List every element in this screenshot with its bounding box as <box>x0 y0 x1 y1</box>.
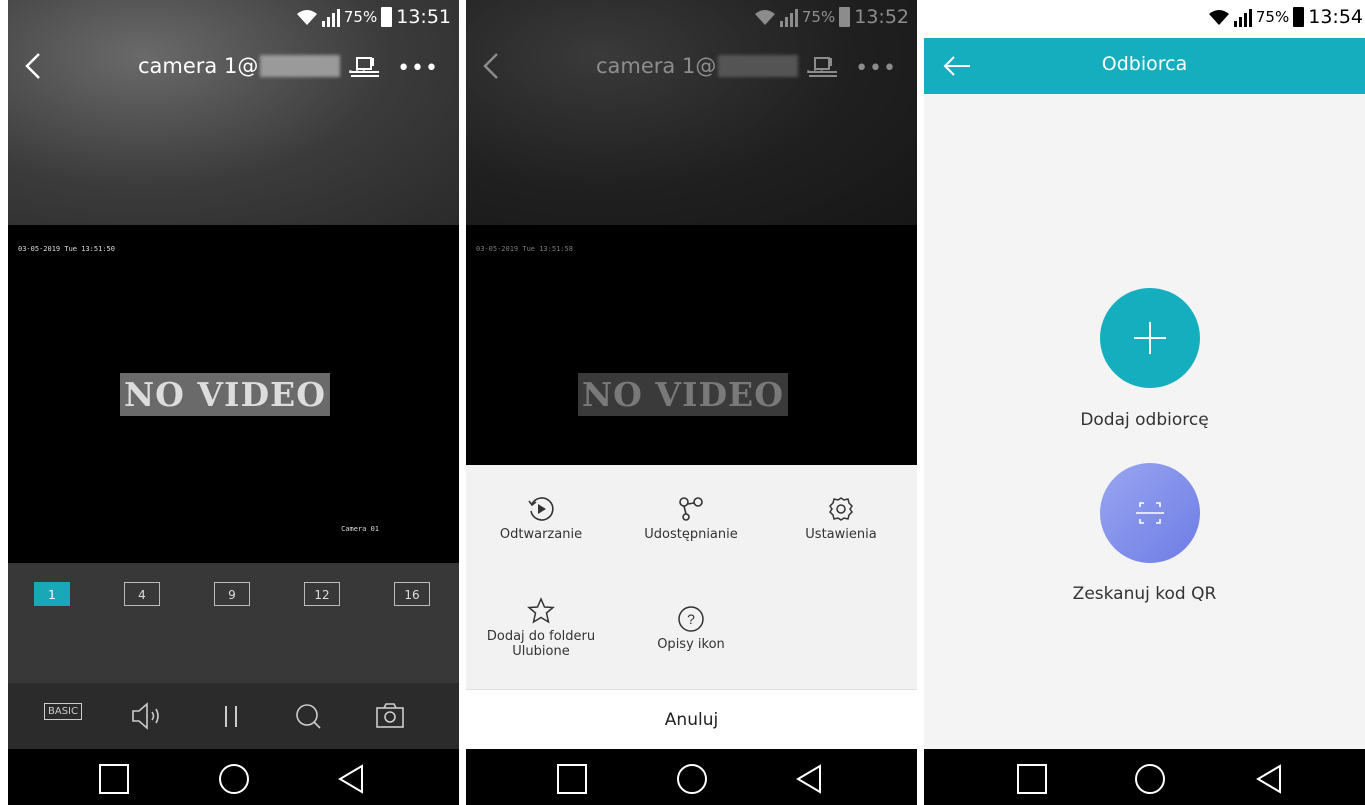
back-nav-icon[interactable] <box>1254 763 1286 795</box>
help-icon: ? <box>678 606 704 632</box>
grid-16-button[interactable]: 16 <box>394 582 430 606</box>
battery-icon <box>1293 7 1305 27</box>
back-nav-icon[interactable] <box>336 763 368 795</box>
qr-scan-icon <box>1136 502 1164 524</box>
star-icon <box>527 597 555 624</box>
playback-toolbar: BASIC <box>8 683 459 749</box>
battery-percent: 75% <box>1255 8 1290 26</box>
home-icon[interactable] <box>218 763 250 795</box>
status-bar: 75% 13:54 <box>924 0 1365 38</box>
page-title: Odbiorca <box>1101 53 1188 75</box>
add-recipient-button[interactable] <box>1100 288 1200 388</box>
more-icon[interactable]: ••• <box>397 56 439 81</box>
status-bar: 75% 13:51 <box>8 0 459 38</box>
multi-screen-icon[interactable] <box>351 56 379 78</box>
system-navbar <box>924 749 1365 805</box>
scan-qr-button[interactable] <box>1100 463 1200 563</box>
cancel-button[interactable]: Anuluj <box>466 689 917 750</box>
menu-item-icon-help[interactable]: ? Opisy ikon <box>616 605 766 652</box>
home-icon[interactable] <box>1134 763 1166 795</box>
back-nav-icon[interactable] <box>794 763 826 795</box>
recipient-screen: 75% 13:54 Odbiorca Dodaj odbiorcę Zeskan… <box>924 0 1365 805</box>
battery-percent: 75% <box>343 8 378 26</box>
signal-icon <box>321 7 340 27</box>
live-view-screen: 75% 13:51 camera 1@ ... ••• 03-05-2019 T… <box>8 0 459 805</box>
svg-text:?: ? <box>687 611 695 627</box>
back-icon[interactable] <box>22 52 44 80</box>
menu-item-playback[interactable]: Odtwarzanie <box>466 495 616 542</box>
grid-selector: 1 4 9 12 16 <box>8 563 459 683</box>
recents-icon[interactable] <box>98 763 130 795</box>
home-icon[interactable] <box>676 763 708 795</box>
more-menu-screen: 75% 13:52 camera 1@ ... ••• 03-05-2019 T… <box>466 0 917 805</box>
redacted-block <box>260 55 341 77</box>
settings-icon <box>829 497 853 521</box>
recents-icon[interactable] <box>1016 763 1048 795</box>
recents-icon[interactable] <box>556 763 588 795</box>
grid-1-button[interactable]: 1 <box>34 582 70 606</box>
menu-item-settings[interactable]: Ustawienia <box>766 495 916 542</box>
zoom-icon[interactable] <box>293 701 323 731</box>
clock: 13:54 <box>1308 6 1363 28</box>
system-navbar <box>8 749 459 805</box>
app-bar: Odbiorca <box>924 38 1365 94</box>
wifi-icon <box>1208 10 1229 25</box>
timestamp-overlay: 03-05-2019 Tue 13:51:50 <box>18 245 115 253</box>
share-icon <box>679 497 703 521</box>
add-recipient-label: Dodaj odbiorcę <box>1080 410 1209 430</box>
camera-label: Camera 01 <box>341 525 379 533</box>
system-navbar <box>466 749 917 805</box>
sound-icon[interactable] <box>130 701 162 731</box>
menu-item-favorites[interactable]: Dodaj do folderu Ulubione <box>466 597 616 659</box>
clock: 13:51 <box>396 6 451 28</box>
playback-icon <box>528 497 554 521</box>
quality-button[interactable]: BASIC <box>44 703 82 720</box>
plus-icon <box>1134 322 1166 354</box>
overlay-dim[interactable] <box>466 0 917 465</box>
menu-item-share[interactable]: Udostępnianie <box>616 495 766 542</box>
grid-4-button[interactable]: 4 <box>124 582 160 606</box>
snapshot-icon[interactable] <box>374 701 406 731</box>
pause-icon[interactable] <box>216 701 246 731</box>
scan-qr-label: Zeskanuj kod QR <box>1072 584 1217 604</box>
header: camera 1@ ... ••• <box>8 38 459 98</box>
signal-icon <box>1233 7 1252 27</box>
grid-9-button[interactable]: 9 <box>214 582 250 606</box>
battery-icon <box>381 7 393 27</box>
camera-title: camera 1@ ... <box>138 54 368 78</box>
wifi-icon <box>296 10 317 25</box>
action-sheet: Odtwarzanie Udostępnianie Ustawienia Dod… <box>466 465 917 750</box>
no-video-label: NO VIDEO <box>120 373 330 416</box>
grid-12-button[interactable]: 12 <box>304 582 340 606</box>
video-pane[interactable]: 03-05-2019 Tue 13:51:50 NO VIDEO Camera … <box>8 225 459 563</box>
